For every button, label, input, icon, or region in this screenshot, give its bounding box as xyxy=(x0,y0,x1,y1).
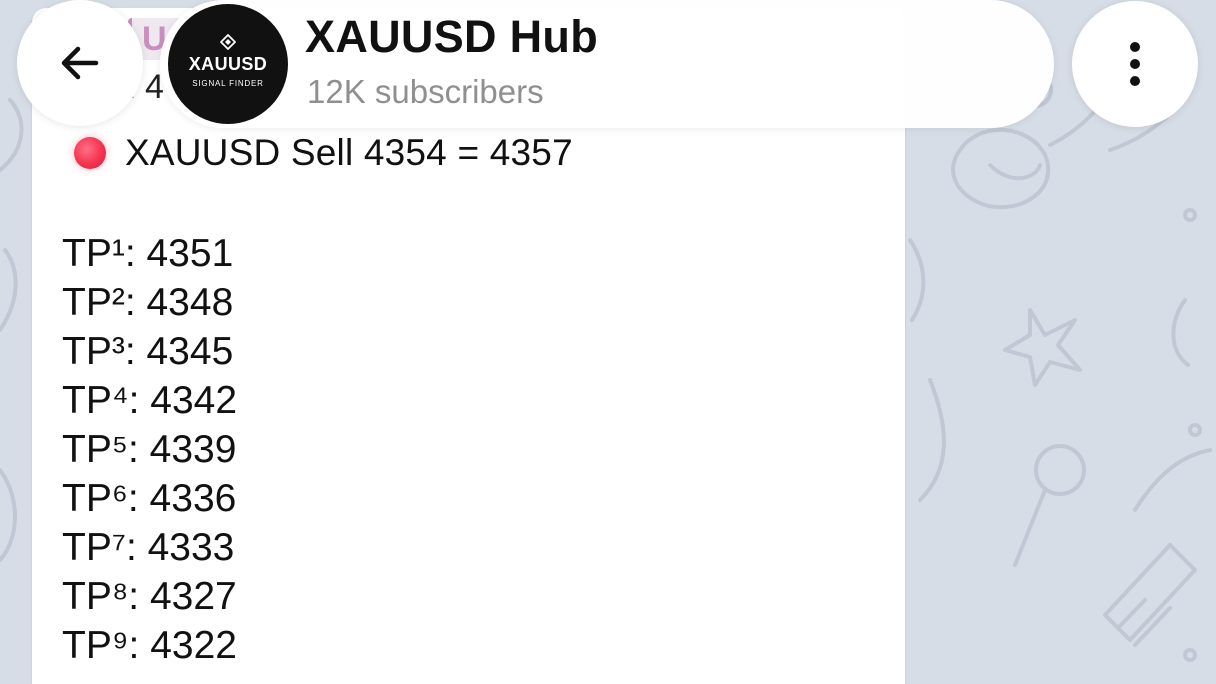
subscriber-count: 12K subscribers xyxy=(307,73,544,110)
take-profit-item: TP¹: 4351 xyxy=(62,232,234,275)
take-profit-item: TP²: 4348 xyxy=(62,281,234,324)
channel-title[interactable]: XAUUSD Hub xyxy=(305,11,598,63)
diamond-icon xyxy=(220,34,236,50)
take-profit-item: TP⁹: 4322 xyxy=(62,624,237,667)
red-circle-icon xyxy=(74,137,106,169)
take-profit-item: TP⁷: 4333 xyxy=(62,526,235,569)
avatar-tagline: SIGNAL FINDER xyxy=(192,79,264,88)
channel-avatar[interactable]: XAUUSD SIGNAL FINDER xyxy=(168,4,288,124)
take-profit-item: TP⁴: 4342 xyxy=(62,379,238,422)
take-profit-item: TP⁶: 4336 xyxy=(62,477,237,520)
avatar-brand-text: XAUUSD xyxy=(188,54,268,74)
take-profit-item: TP³: 4345 xyxy=(62,330,234,373)
take-profit-list: TP¹: 4351 TP²: 4348 TP³: 4345 TP⁴: 4342 … xyxy=(62,229,237,670)
back-button[interactable] xyxy=(17,0,143,126)
arrow-left-icon xyxy=(61,46,99,80)
vertical-dots-icon xyxy=(1130,42,1140,86)
take-profit-item: TP⁵: 4339 xyxy=(62,428,237,471)
signal-text: XAUUSD Sell 4354 = 4357 xyxy=(125,132,573,173)
more-options-button[interactable] xyxy=(1072,1,1198,127)
signal-line: XAUUSD Sell 4354 = 4357 xyxy=(74,131,573,175)
chat-screen: U l 4 XAUUSD Sell 4354 = 4357 TP¹: 4351 … xyxy=(0,0,1216,684)
take-profit-item: TP⁸: 4327 xyxy=(62,575,237,618)
channel-header[interactable] xyxy=(160,0,1054,128)
